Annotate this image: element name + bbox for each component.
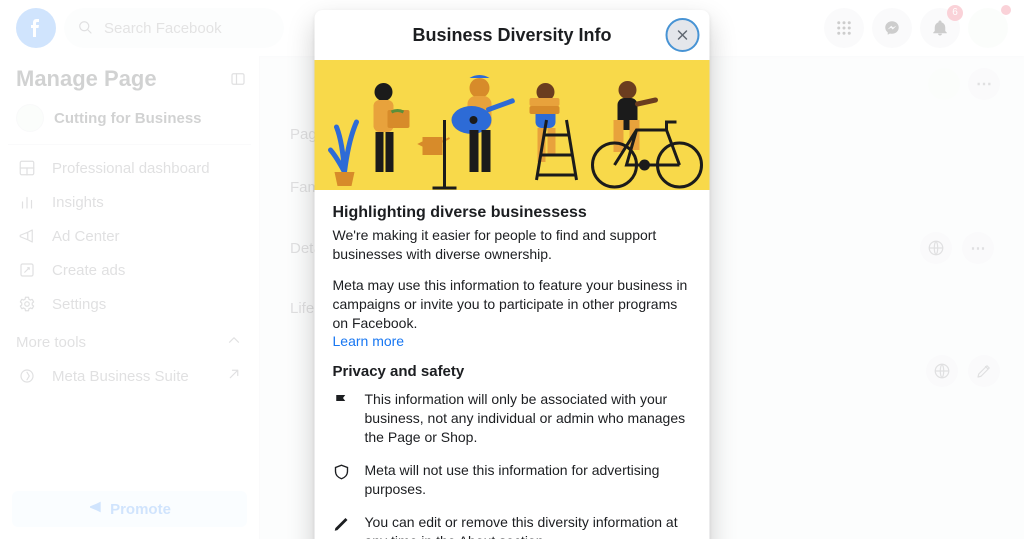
shield-icon [333,461,351,481]
pencil-icon [333,513,351,533]
privacy-bullet: Meta will not use this information for a… [333,461,692,499]
privacy-heading: Privacy and safety [333,363,692,380]
privacy-bullet: This information will only be associated… [333,390,692,447]
modal-heading: Highlighting diverse businessess [333,204,692,222]
modal-hero-illustration [315,60,710,190]
modal-paragraph: Meta may use this information to feature… [333,276,692,352]
close-button[interactable] [666,18,700,52]
privacy-bullet: You can edit or remove this diversity in… [333,513,692,539]
modal-header: Business Diversity Info [315,10,710,60]
business-diversity-modal: Business Diversity Info [315,10,710,539]
flag-icon [333,390,351,410]
learn-more-link[interactable]: Learn more [333,333,405,349]
modal-paragraph: We're making it easier for people to fin… [333,226,692,264]
modal-title: Business Diversity Info [412,25,611,46]
